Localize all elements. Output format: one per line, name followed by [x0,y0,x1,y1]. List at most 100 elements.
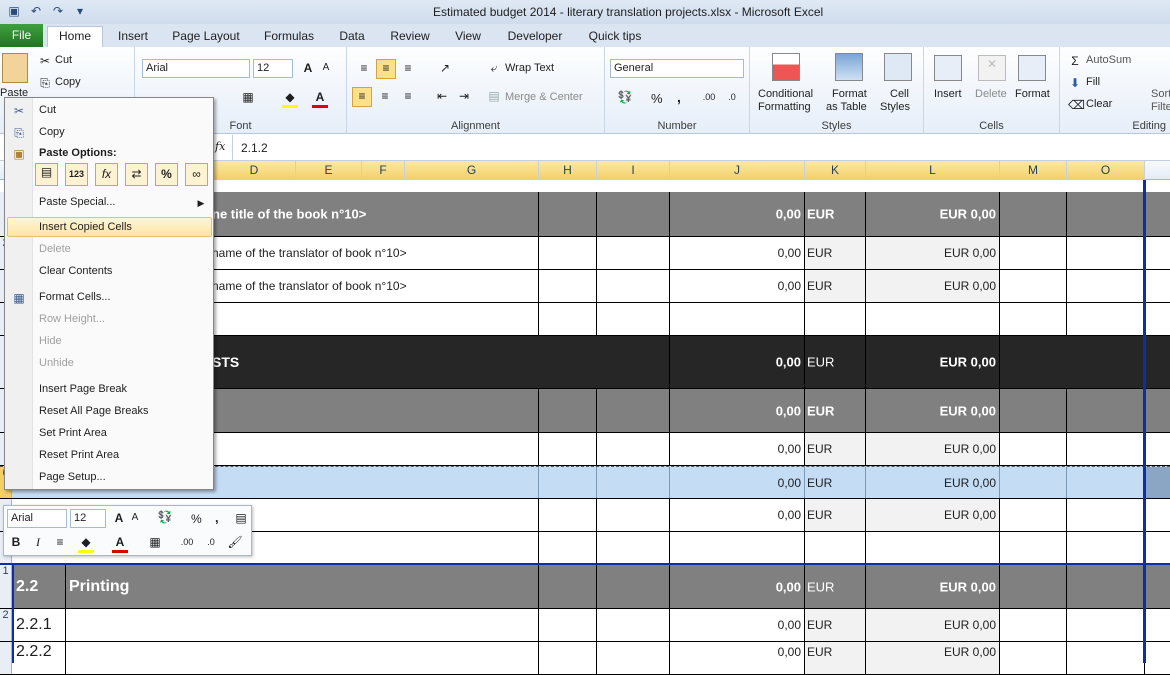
table-row[interactable]: 2.2.2 0,00 EUR EUR 0,00 [0,642,1170,675]
conditional-formatting-label-2[interactable]: Formatting [758,101,811,113]
column-header-e[interactable]: E [296,161,362,180]
paste-link-icon[interactable]: ∞ [185,163,208,186]
tab-page-layout[interactable]: Page Layout [170,27,242,47]
redo-icon[interactable]: ↷ [50,3,66,19]
menu-item-insert-page-break[interactable]: Insert Page Break [39,383,127,395]
paste-formulas-icon[interactable]: fx [95,163,118,186]
mini-font-name-box[interactable]: Arial [7,509,67,528]
row-number[interactable]: 2 [0,609,12,641]
format-as-table-label-1[interactable]: Format [832,88,867,100]
menu-item-cut[interactable]: Cut [39,104,56,116]
align-top-icon[interactable]: ≡ [355,60,373,76]
align-bottom-icon[interactable]: ≡ [399,60,417,76]
column-header-l[interactable]: L [866,161,1000,180]
column-header-f[interactable]: F [362,161,405,180]
wrap-text-button[interactable]: Wrap Text [505,62,554,74]
align-right-icon[interactable]: ≡ [399,88,417,104]
sort-filter-label-2[interactable]: Filte [1151,101,1170,113]
row-number[interactable] [0,642,12,674]
tab-data[interactable]: Data [334,27,370,47]
menu-item-format-cells[interactable]: Format Cells... [39,291,111,303]
cut-button[interactable]: Cut [55,54,72,66]
bold-icon[interactable]: B [9,534,23,550]
column-header-k[interactable]: K [805,161,866,180]
italic-icon[interactable]: I [31,534,45,550]
column-header-d[interactable]: D [213,161,296,180]
tab-insert[interactable]: Insert [113,27,153,47]
increase-decimal-icon[interactable]: .00 [178,534,196,550]
decrease-decimal-icon[interactable]: .0 [723,89,741,105]
menu-item-insert-copied-cells[interactable]: Insert Copied Cells [39,221,132,233]
font-color-icon[interactable]: A [112,534,128,553]
menu-item-unhide[interactable]: Unhide [39,357,74,369]
increase-decimal-icon[interactable]: .00 [700,89,718,105]
merge-center-button[interactable]: Merge & Center [505,91,583,103]
paste-values-icon[interactable]: 123 [65,163,88,186]
align-left-icon[interactable]: ≡ [352,87,372,107]
percent-button[interactable]: % [651,91,663,106]
save-icon[interactable]: ▣ [6,3,22,19]
cell-styles-label-2[interactable]: Styles [880,101,910,113]
paste-icon[interactable]: ▤ [35,163,58,186]
menu-item-paste-special[interactable]: Paste Special... [39,196,115,208]
tab-view[interactable]: View [450,27,486,47]
fill-color-icon[interactable]: ◆ [282,89,298,108]
font-color-icon[interactable]: A [312,89,328,108]
column-header-o[interactable]: O [1067,161,1145,180]
tab-formulas[interactable]: Formulas [260,27,318,47]
format-as-table-label-2[interactable]: as Table [826,101,867,113]
mini-font-size-box[interactable]: 12 [70,509,106,528]
column-header-g[interactable]: G [405,161,539,180]
menu-item-delete[interactable]: Delete [39,243,71,255]
number-format-box[interactable]: General [610,59,744,78]
currency-icon[interactable]: 💱 [154,509,176,525]
insert-cells-button[interactable]: Insert [934,88,962,100]
paste-icon[interactable] [2,53,28,83]
autosum-button[interactable]: AutoSum [1086,54,1131,66]
shrink-font-icon[interactable]: A [318,60,334,76]
paste-formatting-icon[interactable]: % [155,163,178,186]
increase-indent-icon[interactable]: ⇥ [455,88,473,104]
decrease-decimal-icon[interactable]: .0 [202,534,220,550]
delete-cells-button[interactable]: Delete [975,88,1007,100]
menu-item-page-setup[interactable]: Page Setup... [39,471,106,483]
tab-developer[interactable]: Developer [503,27,567,47]
row-number[interactable]: 1 [0,565,12,608]
mini-comma-button[interactable]: , [215,510,219,525]
menu-item-row-height[interactable]: Row Height... [39,313,105,325]
column-header-m[interactable]: M [1000,161,1067,180]
fill-button[interactable]: Fill [1086,76,1100,88]
shrink-font-icon[interactable]: A [128,510,142,526]
cell-styles-label-1[interactable]: Cell [890,88,909,100]
menu-item-hide[interactable]: Hide [39,335,62,347]
tab-quick-tips[interactable]: Quick tips [584,27,646,47]
clear-button[interactable]: Clear [1086,98,1112,110]
paste-transpose-icon[interactable]: ⇄ [125,163,148,186]
comma-button[interactable]: , [677,89,681,105]
column-header-j[interactable]: J [670,161,805,180]
menu-item-copy[interactable]: Copy [39,126,65,138]
tab-file[interactable]: File [0,24,43,47]
menu-item-clear-contents[interactable]: Clear Contents [39,265,112,277]
font-size-box[interactable]: 12 [253,59,293,78]
font-name-box[interactable]: Arial [142,59,250,78]
borders-icon[interactable]: ▦ [147,534,163,550]
align-middle-icon[interactable]: ≡ [376,59,396,79]
column-header-h[interactable]: H [539,161,597,180]
tab-home[interactable]: Home [47,26,103,47]
copy-button[interactable]: Copy [55,76,81,88]
menu-item-set-print-area[interactable]: Set Print Area [39,427,107,439]
table-row[interactable]: 2 2.2.1 0,00 EUR EUR 0,00 [0,609,1170,642]
tab-review[interactable]: Review [387,27,433,47]
borders-icon[interactable]: ▦ [240,89,256,105]
mini-percent-button[interactable]: % [191,512,202,526]
align-center-icon[interactable]: ≡ [52,534,68,550]
fx-icon[interactable]: fx [215,140,225,153]
column-header-i[interactable]: I [597,161,670,180]
formula-input[interactable]: 2.1.2 [232,135,1170,161]
decrease-indent-icon[interactable]: ⇤ [433,88,451,104]
customize-qat-icon[interactable]: ▾ [72,3,88,19]
orientation-icon[interactable]: ↗ [435,60,455,76]
fill-color-icon[interactable]: ◆ [78,534,94,553]
menu-item-reset-print-area[interactable]: Reset Print Area [39,449,119,461]
